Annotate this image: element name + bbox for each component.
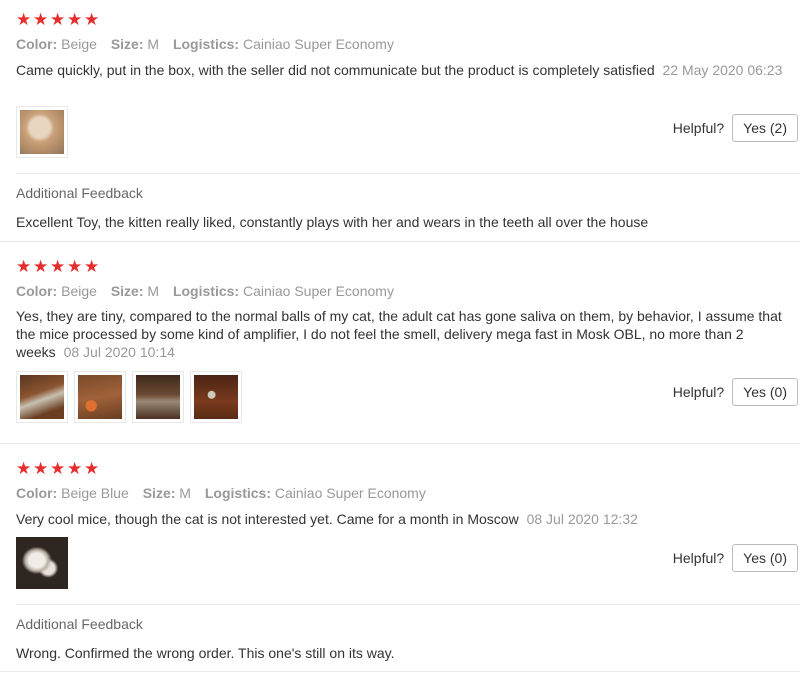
star-icon: ★ <box>67 257 83 277</box>
logistics-value: Cainiao Super Economy <box>242 36 394 52</box>
additional-feedback-text: Wrong. Confirmed the wrong order. This o… <box>16 645 395 661</box>
review-photos <box>16 106 68 158</box>
review-photo[interactable] <box>190 371 242 423</box>
review-photos <box>16 371 242 423</box>
color-value: Beige <box>61 36 97 52</box>
star-icon: ★ <box>67 10 83 30</box>
star-icon: ★ <box>16 10 32 30</box>
star-icon: ★ <box>16 257 32 277</box>
review-photo[interactable] <box>16 537 68 589</box>
helpful-section: Helpful? Yes (0) <box>673 544 798 572</box>
size-label: Size: <box>110 283 144 299</box>
logistics-label: Logistics: <box>172 283 240 299</box>
color-label: Color: <box>16 283 58 299</box>
star-icon: ★ <box>50 459 66 479</box>
review-body: Very cool mice, though the cat is not in… <box>16 511 519 527</box>
review-separator <box>0 671 800 672</box>
review-photo[interactable] <box>74 371 126 423</box>
color-label: Color: <box>16 36 58 52</box>
color-value: Beige <box>61 283 97 299</box>
additional-feedback-text: Excellent Toy, the kitten really liked, … <box>16 214 649 230</box>
review-body: Came quickly, put in the box, with the s… <box>16 62 655 78</box>
review-photo[interactable] <box>16 371 68 423</box>
divider <box>16 173 800 174</box>
size-value: M <box>147 36 160 52</box>
star-icon: ★ <box>16 459 32 479</box>
review-text: Yes, they are tiny, compared to the norm… <box>16 307 786 361</box>
divider <box>16 604 800 605</box>
review-date: 08 Jul 2020 10:14 <box>63 344 175 360</box>
review-photos <box>16 537 68 589</box>
review-date: 08 Jul 2020 12:32 <box>526 511 638 527</box>
review-separator <box>0 241 800 242</box>
logistics-value: Cainiao Super Economy <box>242 283 394 299</box>
star-icon: ★ <box>84 257 100 277</box>
star-icon: ★ <box>84 10 100 30</box>
helpful-yes-button[interactable]: Yes (2) <box>732 114 798 142</box>
star-icon: ★ <box>50 257 66 277</box>
star-rating: ★ ★ ★ ★ ★ <box>16 459 100 479</box>
color-value: Beige Blue <box>61 485 129 501</box>
star-icon: ★ <box>67 459 83 479</box>
color-label: Color: <box>16 485 58 501</box>
review-separator <box>0 443 800 444</box>
helpful-label: Helpful? <box>672 120 725 136</box>
helpful-yes-button[interactable]: Yes (0) <box>732 544 798 572</box>
logistics-value: Cainiao Super Economy <box>274 485 426 501</box>
size-label: Size: <box>110 36 144 52</box>
logistics-label: Logistics: <box>204 485 271 501</box>
review-meta: Color: Beige Blue Size: M Logistics: Cai… <box>16 485 436 501</box>
helpful-section: Helpful? Yes (2) <box>673 114 798 142</box>
review-date: 22 May 2020 06:23 <box>662 62 783 78</box>
star-icon: ★ <box>33 257 49 277</box>
size-value: M <box>147 283 160 299</box>
review-text: Came quickly, put in the box, with the s… <box>16 61 786 79</box>
additional-feedback-title: Additional Feedback <box>16 185 143 201</box>
review-meta: Color: Beige Size: M Logistics: Cainiao … <box>16 283 404 299</box>
star-icon: ★ <box>33 10 49 30</box>
additional-feedback-title: Additional Feedback <box>16 616 143 632</box>
helpful-label: Helpful? <box>672 384 725 400</box>
star-rating: ★ ★ ★ ★ ★ <box>16 10 100 30</box>
star-icon: ★ <box>84 459 100 479</box>
logistics-label: Logistics: <box>172 36 240 52</box>
review-photo[interactable] <box>132 371 184 423</box>
size-label: Size: <box>142 485 176 501</box>
helpful-yes-button[interactable]: Yes (0) <box>732 378 798 406</box>
star-icon: ★ <box>33 459 49 479</box>
star-rating: ★ ★ ★ ★ ★ <box>16 257 100 277</box>
star-icon: ★ <box>50 10 66 30</box>
review-meta: Color: Beige Size: M Logistics: Cainiao … <box>16 36 404 52</box>
review-text: Very cool mice, though the cat is not in… <box>16 510 786 528</box>
helpful-section: Helpful? Yes (0) <box>673 378 798 406</box>
size-value: M <box>179 485 191 501</box>
review-photo[interactable] <box>16 106 68 158</box>
helpful-label: Helpful? <box>672 550 725 566</box>
